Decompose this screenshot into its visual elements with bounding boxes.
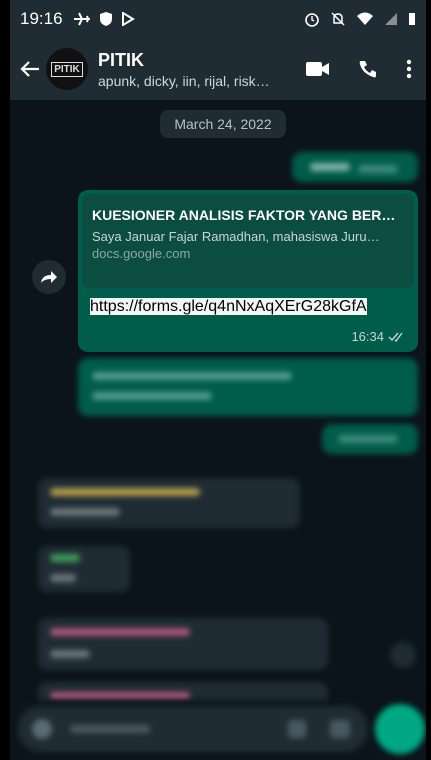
shield-icon <box>99 12 112 26</box>
wifi-icon <box>357 12 373 25</box>
link-preview-title: KUESIONER ANALISIS FAKTOR YANG BERHUBUNG… <box>92 207 404 223</box>
battery-icon <box>409 13 415 25</box>
airplane-icon <box>73 12 90 26</box>
mute-icon <box>331 12 345 26</box>
read-receipt-icon <box>388 332 403 342</box>
message-meta: 16:34 <box>351 329 406 344</box>
forward-button[interactable] <box>32 260 66 294</box>
link-preview-domain: docs.google.com <box>92 246 191 261</box>
more-options-icon[interactable] <box>406 59 412 79</box>
message-bubble-blurred <box>38 478 300 528</box>
group-name: PITIK <box>98 49 145 70</box>
message-bubble-blurred <box>292 152 418 182</box>
group-members: apunk, dicky, iin, rijal, risk… <box>98 72 270 89</box>
status-bar: 19:16 <box>10 0 426 38</box>
chat-header: PITIK PITIK apunk, dicky, iin, rijal, ri… <box>10 38 426 100</box>
message-link[interactable]: https://forms.gle/q4nNxAqXErG28kGfA <box>90 298 367 315</box>
back-button[interactable] <box>10 60 44 78</box>
chat-area[interactable]: March 24, 2022 KUESIONER ANALISIS FAKTOR… <box>10 100 426 712</box>
message-bubble-blurred <box>38 618 328 670</box>
play-icon <box>121 12 135 26</box>
voice-call-icon[interactable] <box>358 59 378 79</box>
link-message[interactable]: KUESIONER ANALISIS FAKTOR YANG BERHUBUNG… <box>78 190 418 352</box>
signal-icon <box>385 13 397 25</box>
mic-button[interactable] <box>375 704 425 754</box>
message-bubble-blurred <box>78 358 418 416</box>
app-frame: 19:16 PITIK PITIK apunk, dicky, iin, rij… <box>10 0 426 760</box>
date-divider: March 24, 2022 <box>160 110 286 138</box>
group-avatar[interactable]: PITIK <box>46 48 88 90</box>
group-info[interactable]: PITIK apunk, dicky, iin, rijal, risk… <box>98 50 288 89</box>
scroll-down-button[interactable] <box>390 642 416 668</box>
alarm-icon <box>305 13 319 27</box>
link-preview[interactable]: KUESIONER ANALISIS FAKTOR YANG BERHUBUNG… <box>82 194 414 288</box>
message-bubble-blurred <box>38 546 130 592</box>
back-arrow-icon <box>20 61 39 77</box>
video-call-icon[interactable] <box>306 61 330 77</box>
message-input[interactable] <box>18 706 368 752</box>
forward-icon <box>41 271 57 283</box>
message-time: 16:34 <box>351 329 384 344</box>
message-input-bar <box>10 700 426 760</box>
message-bubble-blurred <box>322 424 418 454</box>
status-time: 19:16 <box>20 9 63 28</box>
link-preview-description: Saya Januar Fajar Ramadhan, mahasiswa Ju… <box>92 229 380 244</box>
